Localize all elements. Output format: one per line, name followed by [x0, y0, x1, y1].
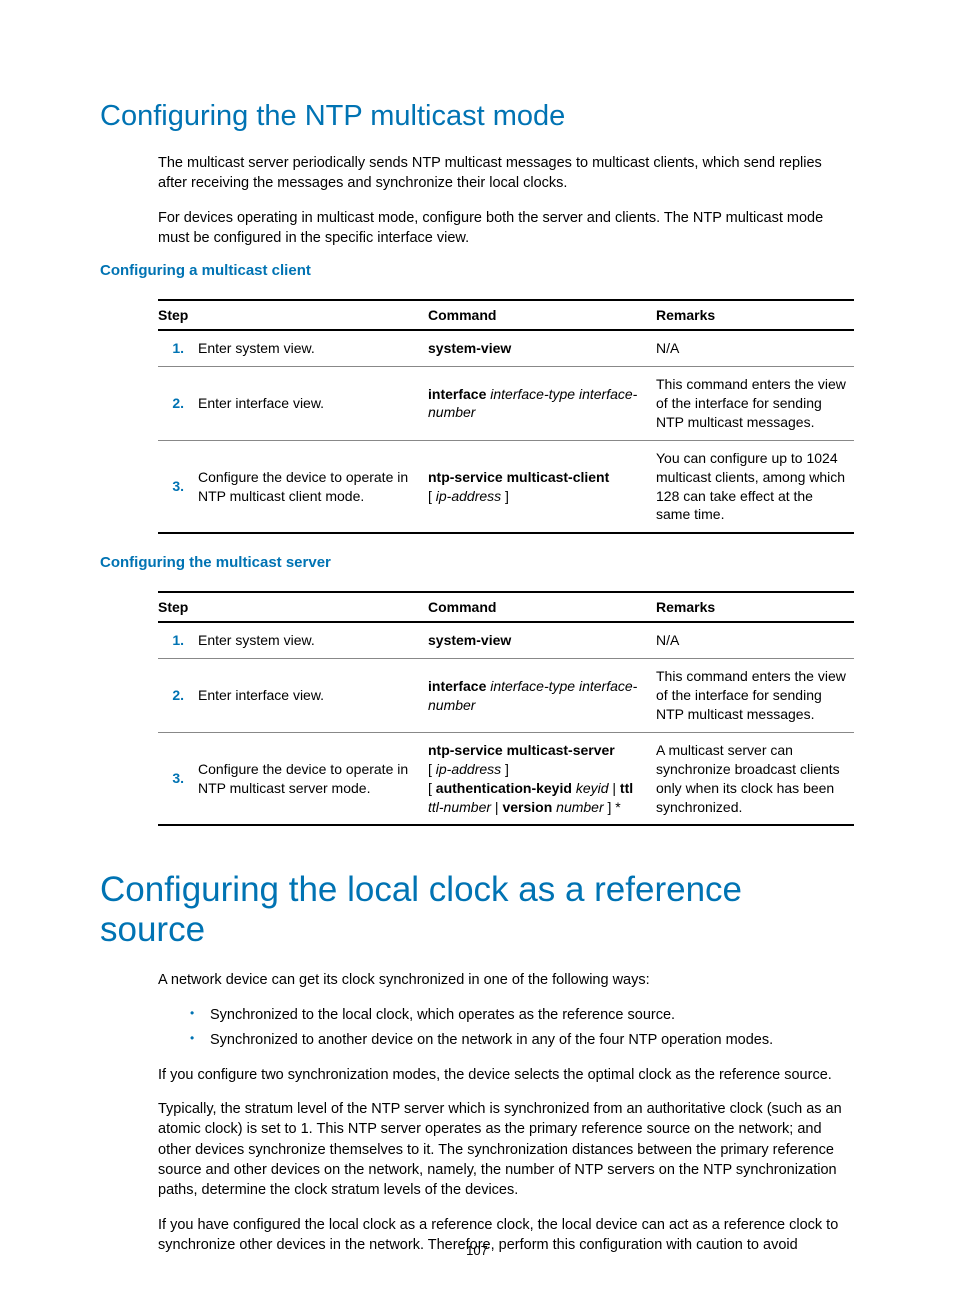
step-number: 1. — [158, 330, 198, 366]
paragraph: For devices operating in multicast mode,… — [100, 208, 854, 249]
heading-local-clock-reference: Configuring the local clock as a referen… — [100, 870, 854, 950]
col-header-step: Step — [158, 592, 428, 622]
table-row: 3. Configure the device to operate in NT… — [158, 440, 854, 533]
col-header-remarks: Remarks — [656, 300, 854, 330]
heading-multicast-client: Configuring a multicast client — [100, 262, 854, 279]
paragraph: Typically, the stratum level of the NTP … — [100, 1099, 854, 1200]
col-header-command: Command — [428, 300, 656, 330]
table-row: 1. Enter system view. system-view N/A — [158, 330, 854, 366]
remarks-cell: A multicast server can synchronize broad… — [656, 732, 854, 825]
page: Configuring the NTP multicast mode The m… — [0, 0, 954, 1296]
step-number: 2. — [158, 659, 198, 733]
table-multicast-client: Step Command Remarks 1. Enter system vie… — [158, 299, 854, 534]
page-number: 107 — [0, 1243, 954, 1258]
paragraph: If you configure two synchronization mod… — [100, 1065, 854, 1085]
step-number: 2. — [158, 367, 198, 441]
command-cell: interface interface-type interface-numbe… — [428, 367, 656, 441]
step-number: 1. — [158, 622, 198, 658]
remarks-cell: N/A — [656, 622, 854, 658]
step-text: Configure the device to operate in NTP m… — [198, 440, 428, 533]
remarks-cell: You can configure up to 1024 multicast c… — [656, 440, 854, 533]
list-item: Synchronized to another device on the ne… — [190, 1030, 854, 1051]
table-multicast-server: Step Command Remarks 1. Enter system vie… — [158, 591, 854, 826]
command-cell: system-view — [428, 330, 656, 366]
table-row: 3. Configure the device to operate in NT… — [158, 732, 854, 825]
remarks-cell: N/A — [656, 330, 854, 366]
col-header-remarks: Remarks — [656, 592, 854, 622]
step-text: Enter interface view. — [198, 659, 428, 733]
heading-multicast-server: Configuring the multicast server — [100, 554, 854, 571]
table-row: 2. Enter interface view. interface inter… — [158, 367, 854, 441]
remarks-cell: This command enters the view of the inte… — [656, 659, 854, 733]
step-text: Enter interface view. — [198, 367, 428, 441]
list-item: Synchronized to the local clock, which o… — [190, 1005, 854, 1026]
table-row: 2. Enter interface view. interface inter… — [158, 659, 854, 733]
step-number: 3. — [158, 732, 198, 825]
command-cell: ntp-service multicast-server[ ip-address… — [428, 732, 656, 825]
paragraph: A network device can get its clock synch… — [100, 970, 854, 990]
table-row: 1. Enter system view. system-view N/A — [158, 622, 854, 658]
heading-ntp-multicast-mode: Configuring the NTP multicast mode — [100, 100, 854, 133]
step-number: 3. — [158, 440, 198, 533]
bullet-list: Synchronized to the local clock, which o… — [100, 1005, 854, 1051]
command-cell: ntp-service multicast-client[ ip-address… — [428, 440, 656, 533]
col-header-command: Command — [428, 592, 656, 622]
command-cell: interface interface-type interface-numbe… — [428, 659, 656, 733]
remarks-cell: This command enters the view of the inte… — [656, 367, 854, 441]
step-text: Enter system view. — [198, 622, 428, 658]
command-cell: system-view — [428, 622, 656, 658]
step-text: Configure the device to operate in NTP m… — [198, 732, 428, 825]
paragraph: The multicast server periodically sends … — [100, 153, 854, 194]
step-text: Enter system view. — [198, 330, 428, 366]
col-header-step: Step — [158, 300, 428, 330]
